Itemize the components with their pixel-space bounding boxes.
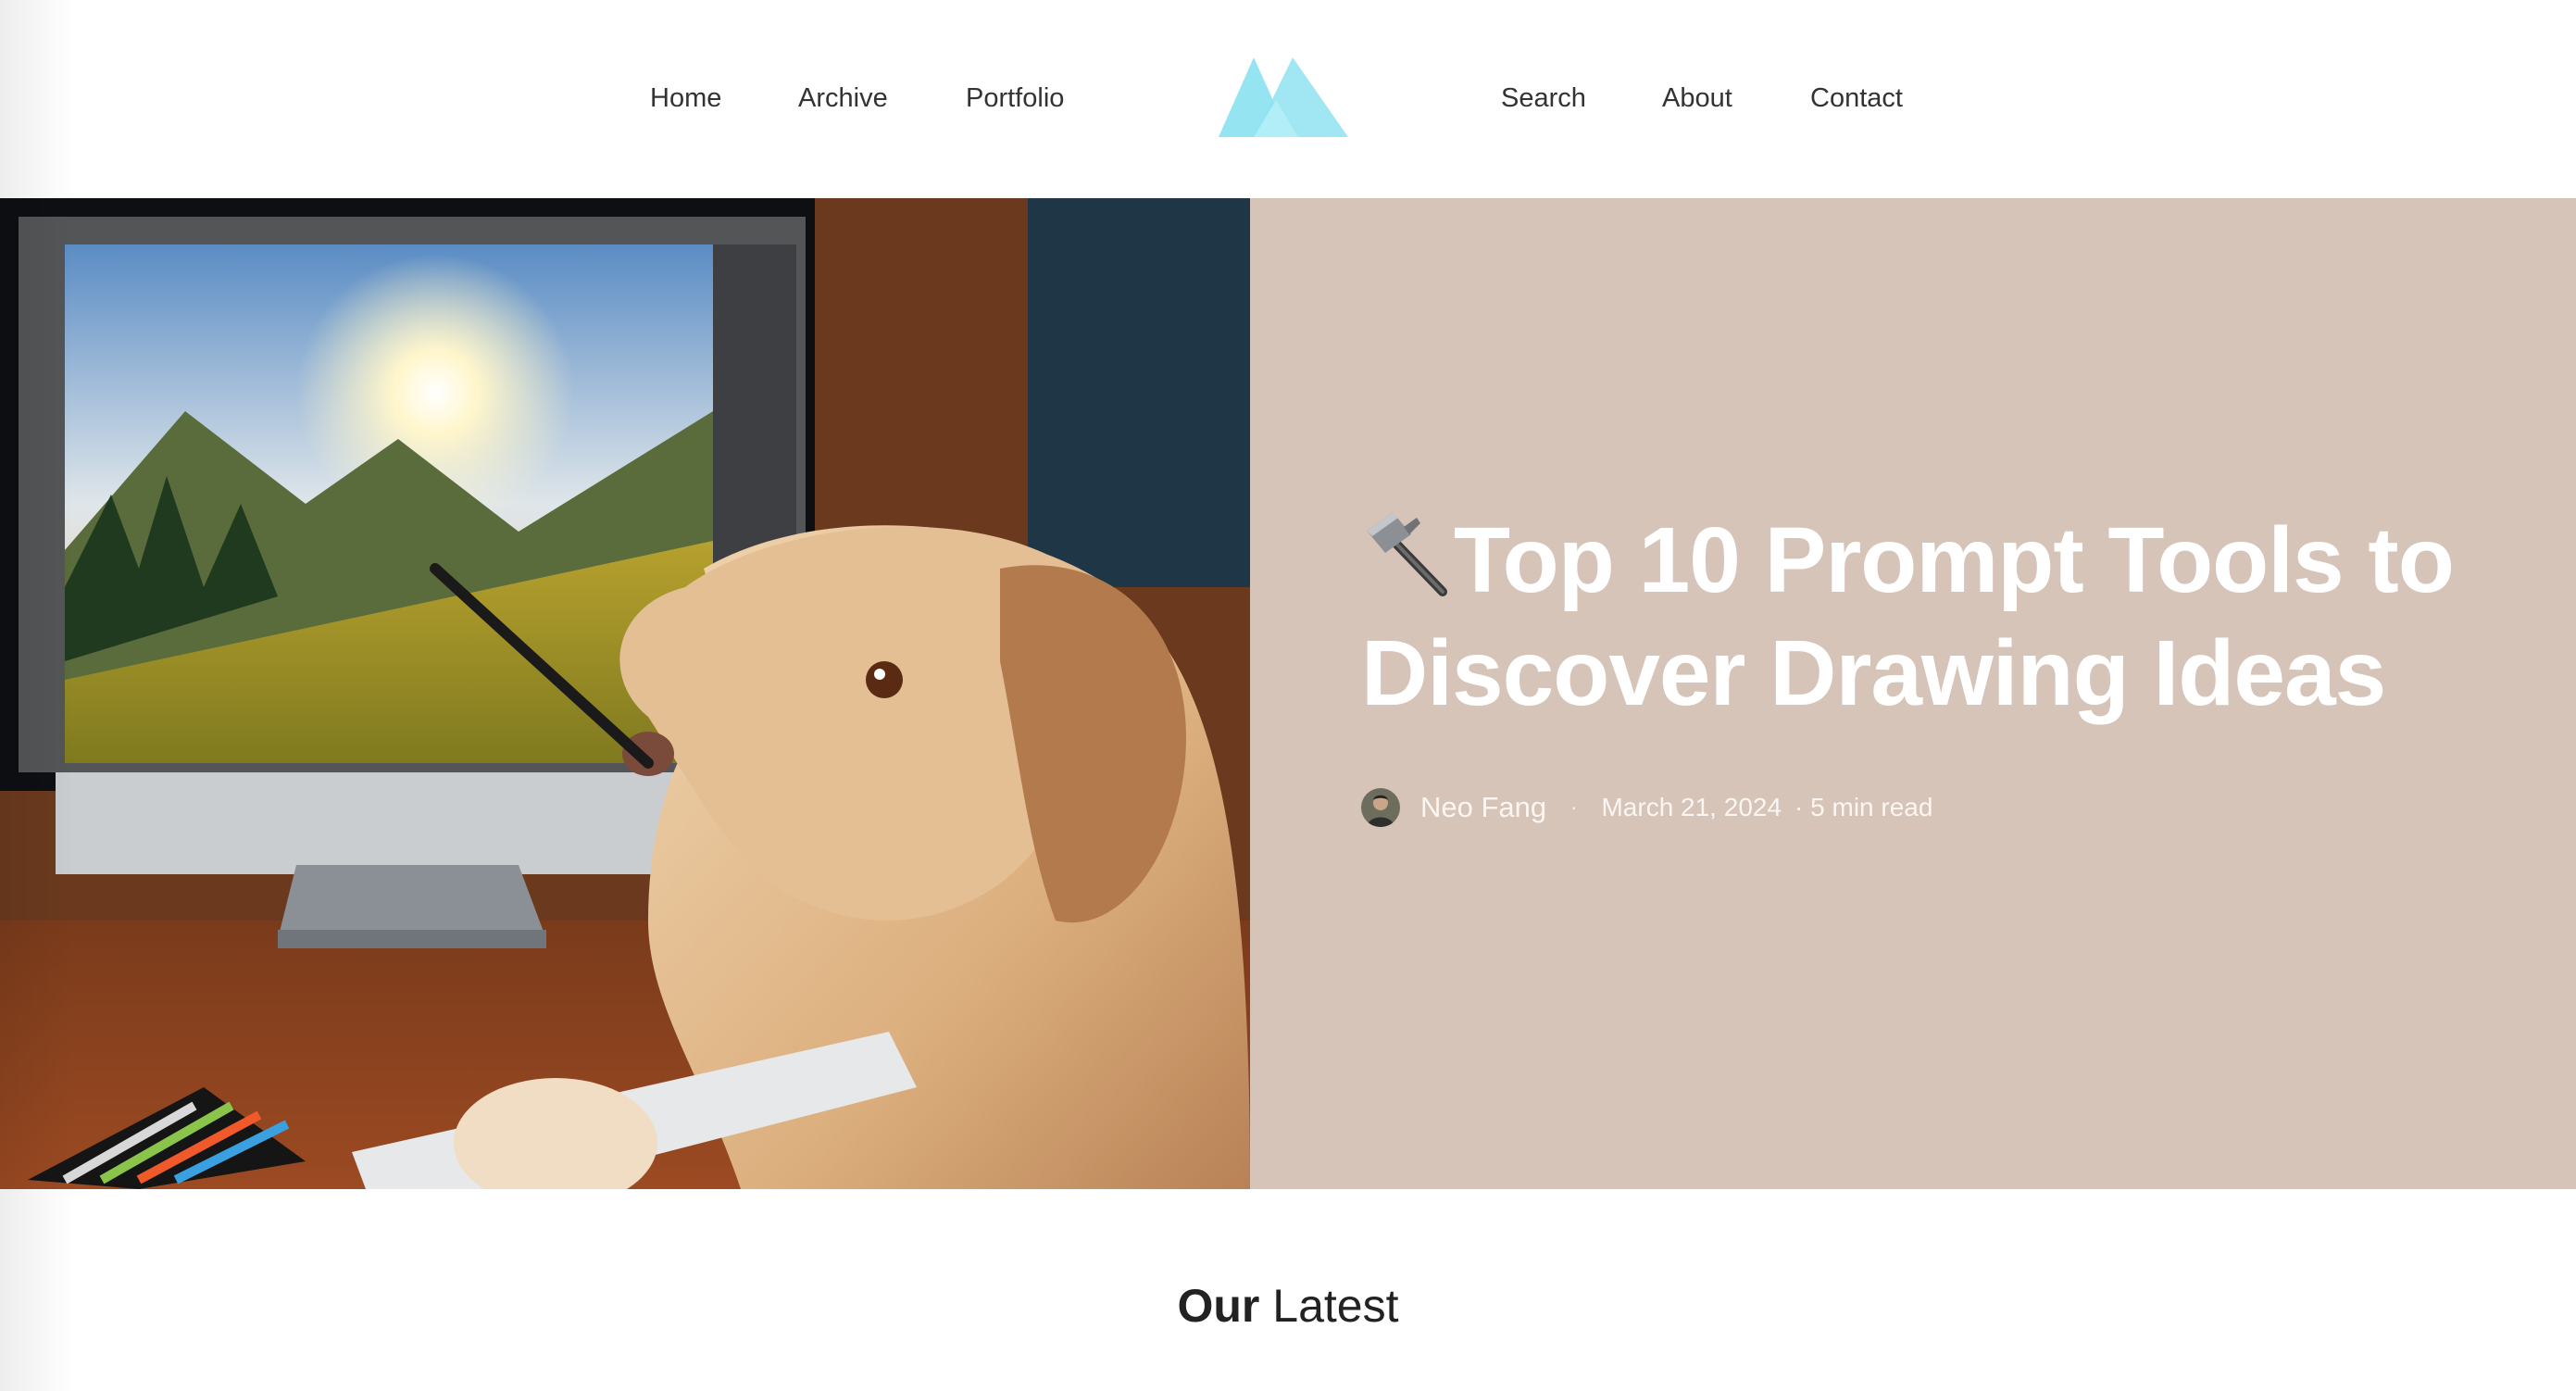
post-title-text[interactable]: Top 10 Prompt Tools to Discover Drawing … bbox=[1361, 508, 2455, 725]
post-title[interactable]: Top 10 Prompt Tools to Discover Drawing … bbox=[1361, 504, 2491, 730]
meta-separator: · bbox=[1570, 796, 1578, 819]
nav-portfolio-link[interactable]: Portfolio bbox=[966, 81, 1064, 115]
dog-at-computer-illustration bbox=[0, 198, 1250, 1189]
post-date: March 21, 2024 bbox=[1601, 793, 1782, 821]
section-title-bold: Our bbox=[1177, 1280, 1260, 1332]
site-logo[interactable] bbox=[1219, 57, 1348, 137]
featured-post-image[interactable] bbox=[0, 198, 1250, 1189]
nav-archive-link[interactable]: Archive bbox=[798, 81, 888, 115]
author-avatar[interactable] bbox=[1361, 788, 1400, 827]
nav-search-link[interactable]: Search bbox=[1501, 81, 1586, 115]
section-title-our-latest: Our Latest bbox=[0, 1276, 2576, 1335]
nav-contact-link[interactable]: Contact bbox=[1810, 81, 1903, 115]
featured-post[interactable]: Top 10 Prompt Tools to Discover Drawing … bbox=[0, 198, 2576, 1189]
site-header: Home Archive Portfolio Search About Cont… bbox=[0, 0, 2576, 198]
featured-post-panel: Top 10 Prompt Tools to Discover Drawing … bbox=[1250, 198, 2576, 1189]
nav-home-link[interactable]: Home bbox=[650, 81, 721, 115]
mountain-logo-icon bbox=[1219, 57, 1348, 137]
post-meta: Neo Fang · March 21, 2024 · 5 min read bbox=[1361, 785, 1932, 830]
nav-about-link[interactable]: About bbox=[1662, 81, 1732, 115]
author-name[interactable]: Neo Fang bbox=[1420, 791, 1546, 824]
hammer-icon bbox=[1361, 507, 1454, 599]
section-title-regular: Latest bbox=[1272, 1280, 1399, 1332]
read-time: · 5 min read bbox=[1794, 793, 1933, 821]
